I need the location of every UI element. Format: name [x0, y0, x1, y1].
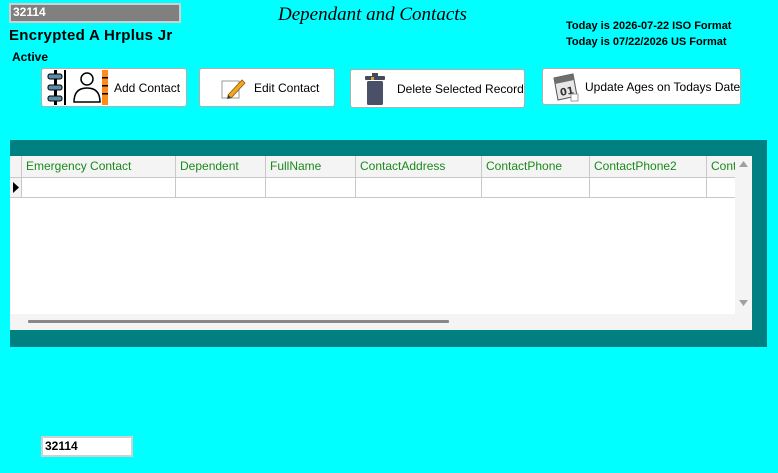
- contact-book-icon: [44, 69, 110, 106]
- column-header[interactable]: ContactAddress: [356, 156, 482, 177]
- table-cell[interactable]: [482, 178, 590, 197]
- page-title: Dependant and Contacts: [278, 4, 467, 25]
- employee-name: Encrypted A Hrplus Jr: [9, 27, 173, 44]
- add-contact-button[interactable]: Add Contact: [41, 68, 187, 107]
- status-label: Active: [12, 50, 49, 64]
- table-cell[interactable]: [356, 178, 482, 197]
- pencil-icon: [220, 75, 246, 101]
- row-selector-header: [10, 156, 22, 177]
- column-header[interactable]: Dependent: [176, 156, 266, 177]
- column-header[interactable]: Cont: [707, 156, 735, 177]
- footer-record-id-field[interactable]: 32114: [41, 436, 133, 457]
- vertical-scrollbar[interactable]: [735, 156, 752, 314]
- contacts-grid[interactable]: Emergency Contact Dependent FullName Con…: [10, 156, 752, 330]
- date-iso-label: Today is 2026-07-22 ISO Format: [566, 20, 732, 32]
- calendar-icon: 01: [551, 72, 579, 102]
- table-row[interactable]: [10, 178, 735, 198]
- table-cell[interactable]: [176, 178, 266, 197]
- edit-contact-button[interactable]: Edit Contact: [199, 68, 335, 107]
- scroll-down-arrow-icon[interactable]: [739, 300, 748, 306]
- column-header[interactable]: ContactPhone2: [590, 156, 707, 177]
- trash-icon: [363, 72, 387, 106]
- column-header[interactable]: Emergency Contact: [22, 156, 176, 177]
- scroll-up-arrow-icon[interactable]: [739, 161, 748, 167]
- date-us-label: Today is 07/22/2026 US Format: [566, 36, 727, 48]
- record-id-field[interactable]: 32114: [9, 3, 181, 23]
- table-cell[interactable]: [707, 178, 735, 197]
- grid-header: Emergency Contact Dependent FullName Con…: [10, 156, 752, 178]
- delete-record-button[interactable]: Delete Selected Record: [350, 69, 525, 108]
- table-cell[interactable]: [22, 178, 176, 197]
- current-row-arrow-icon: [13, 182, 19, 193]
- horizontal-scroll-thumb[interactable]: [28, 320, 449, 323]
- add-contact-label: Add Contact: [114, 80, 181, 95]
- edit-contact-label: Edit Contact: [254, 80, 320, 95]
- column-header[interactable]: ContactPhone: [482, 156, 590, 177]
- delete-record-label: Delete Selected Record: [397, 81, 524, 96]
- row-selector[interactable]: [10, 178, 22, 197]
- contacts-panel: Emergency Contact Dependent FullName Con…: [10, 140, 767, 347]
- table-cell[interactable]: [266, 178, 356, 197]
- column-header[interactable]: FullName: [266, 156, 356, 177]
- table-cell[interactable]: [590, 178, 707, 197]
- update-ages-label: Update Ages on Todays Date: [585, 79, 741, 94]
- horizontal-scrollbar[interactable]: [10, 314, 752, 330]
- update-ages-button[interactable]: 01 Update Ages on Todays Date: [542, 68, 741, 105]
